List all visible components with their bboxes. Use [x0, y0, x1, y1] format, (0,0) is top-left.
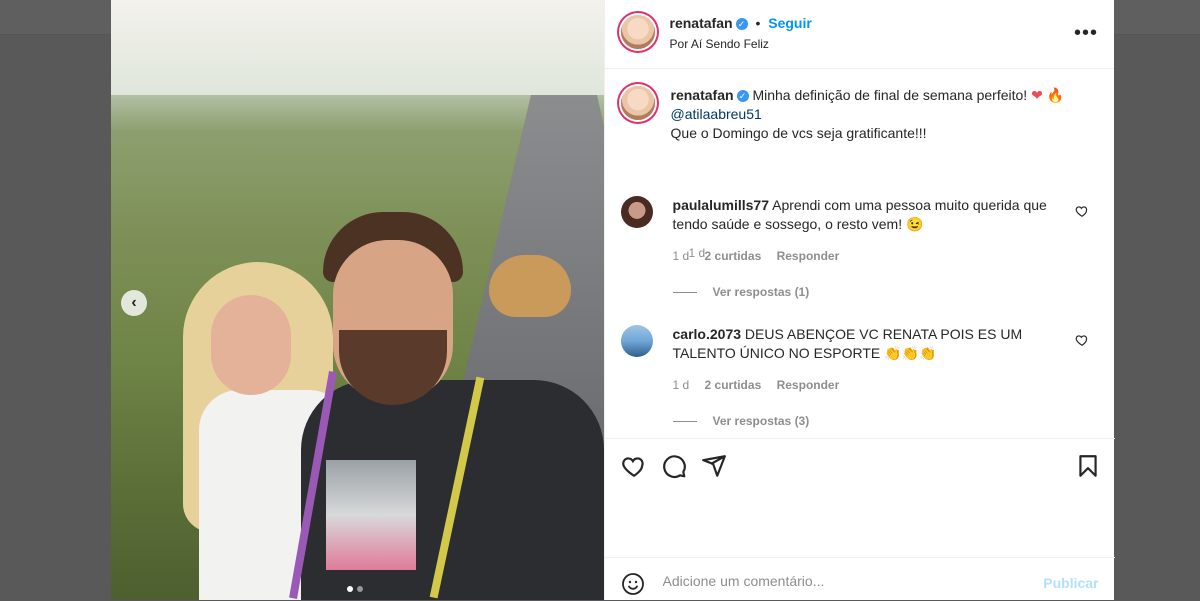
comment-likes[interactable]: 2 curtidas — [705, 378, 762, 392]
share-paper-plane-icon[interactable] — [701, 453, 727, 479]
replies-divider — [672, 292, 697, 294]
post-header: renatafan ✓ • Seguir Por Aí Sendo Feliz •… — [604, 0, 1114, 69]
caption-mention-link[interactable]: @atilaabreu51 — [671, 106, 762, 122]
comment-meta: 1 d 2 curtidas Responder — [673, 249, 852, 263]
comment-meta: 1 d 2 curtidas Responder — [673, 378, 852, 392]
separator-dot: • — [755, 15, 761, 31]
view-replies-label: Ver respostas (3) — [712, 414, 810, 428]
post-actions-bar — [604, 438, 1115, 495]
photo-dog — [489, 255, 571, 317]
add-comment-bar: Publicar — [604, 557, 1115, 601]
emoji-smiley-icon[interactable] — [621, 572, 645, 596]
comment-input[interactable] — [660, 572, 1025, 590]
fire-emoji-icon: 🔥 — [1046, 87, 1065, 103]
photo-woman-face — [211, 295, 291, 395]
view-replies-button[interactable]: Ver respostas (1) — [672, 285, 810, 299]
carousel-prev-button[interactable]: ‹ — [121, 290, 147, 316]
caption-author-avatar[interactable] — [620, 86, 655, 120]
comment-text: carlo.2073 DEUS ABENÇOE VC RENATA POIS E… — [673, 325, 1058, 363]
comment-bubble-icon[interactable] — [661, 453, 687, 479]
verified-badge-icon: ✓ — [735, 18, 748, 31]
publish-button[interactable]: Publicar — [1043, 575, 1098, 591]
author-avatar[interactable] — [620, 15, 655, 49]
comment-heart-icon[interactable] — [1075, 333, 1089, 347]
comment-time: 1 d — [672, 378, 690, 392]
photo-shirt-print — [326, 460, 416, 570]
view-replies-label: Ver respostas (1) — [712, 285, 810, 299]
commenter-avatar[interactable] — [620, 196, 653, 228]
caption-text: renatafan ✓ Minha definição de final de s… — [671, 86, 1091, 143]
carousel-dot — [347, 586, 353, 592]
author-line: renatafan ✓ • Seguir — [670, 15, 812, 31]
caption-line2: Que o Domingo de vcs seja gratificante!!… — [670, 125, 927, 141]
commenter-username[interactable]: carlo.2073 — [673, 326, 742, 342]
more-options-icon[interactable]: ••• — [1074, 22, 1098, 45]
caption-username[interactable]: renatafan — [671, 87, 734, 103]
replies-divider — [672, 421, 697, 423]
post-location[interactable]: Por Aí Sendo Feliz — [670, 37, 769, 51]
save-bookmark-icon[interactable] — [1075, 453, 1101, 479]
verified-badge-icon: ✓ — [736, 90, 749, 103]
comment-text: paulalumills77 Aprendi com uma pessoa mu… — [673, 196, 1058, 234]
comment-time: 1 d — [672, 249, 690, 263]
post-photo: ‹ — [111, 0, 604, 600]
post-modal: ‹ renatafan ✓ • Seguir Por Aí Sendo Feliz… — [111, 0, 1115, 601]
comment-reply-button[interactable]: Responder — [777, 249, 840, 263]
view-replies-button[interactable]: Ver respostas (3) — [672, 414, 810, 428]
comment-reply-button[interactable]: Responder — [777, 378, 840, 392]
carousel-dots — [347, 586, 363, 592]
follow-button[interactable]: Seguir — [768, 15, 812, 31]
comment-heart-icon[interactable] — [1075, 204, 1089, 218]
carousel-dot — [357, 586, 363, 592]
caption-line1: Minha definição de final de semana perfe… — [752, 87, 1032, 103]
author-username[interactable]: renatafan — [670, 15, 733, 31]
like-heart-icon[interactable] — [621, 453, 647, 479]
red-heart-emoji-icon: ❤ — [1031, 87, 1043, 103]
comment-likes[interactable]: 2 curtidas — [705, 249, 762, 263]
commenter-avatar[interactable] — [620, 325, 653, 357]
photo-sky — [111, 0, 604, 95]
commenter-username[interactable]: paulalumills77 — [673, 197, 769, 213]
post-side-panel: renatafan ✓ • Seguir Por Aí Sendo Feliz •… — [603, 0, 1115, 601]
